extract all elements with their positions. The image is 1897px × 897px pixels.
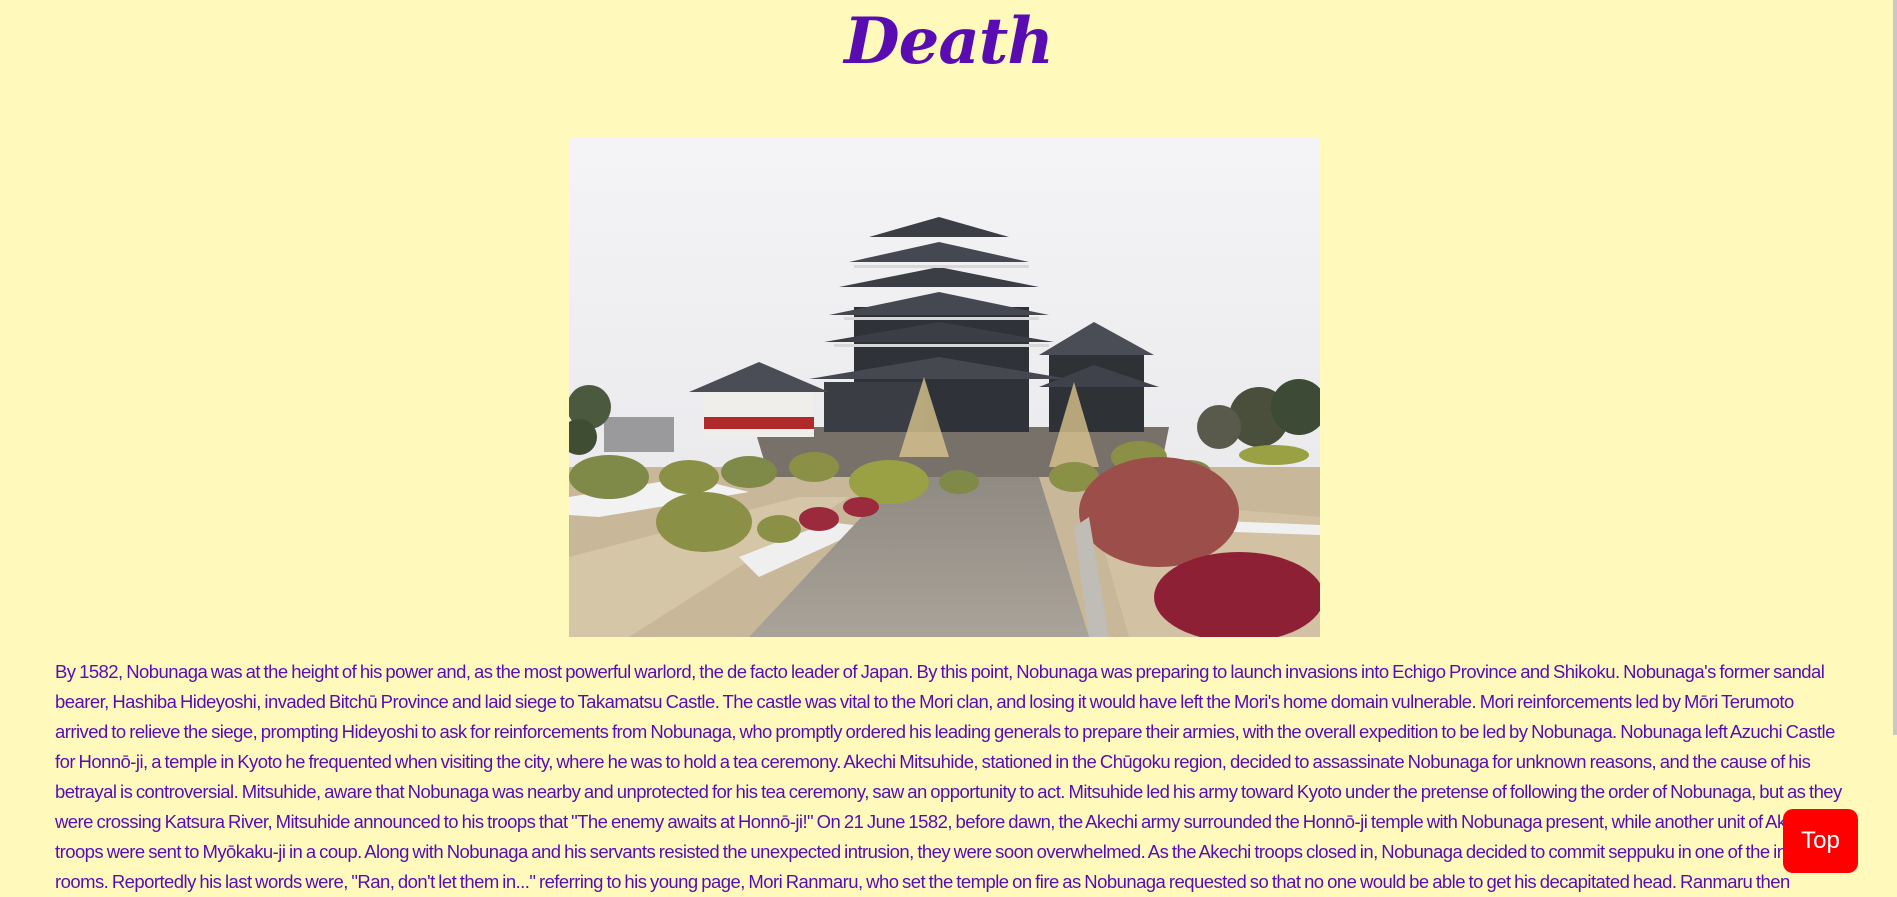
article-paragraph: By 1582, Nobunaga was at the height of h… [55,661,1842,892]
page-title: Death [844,4,1054,79]
castle-photo [569,137,1320,637]
scrollbar[interactable] [1893,0,1897,735]
page: Death By 1582, Nobunaga was at the heigh… [0,0,1897,897]
back-to-top-button[interactable]: Top [1783,809,1858,873]
